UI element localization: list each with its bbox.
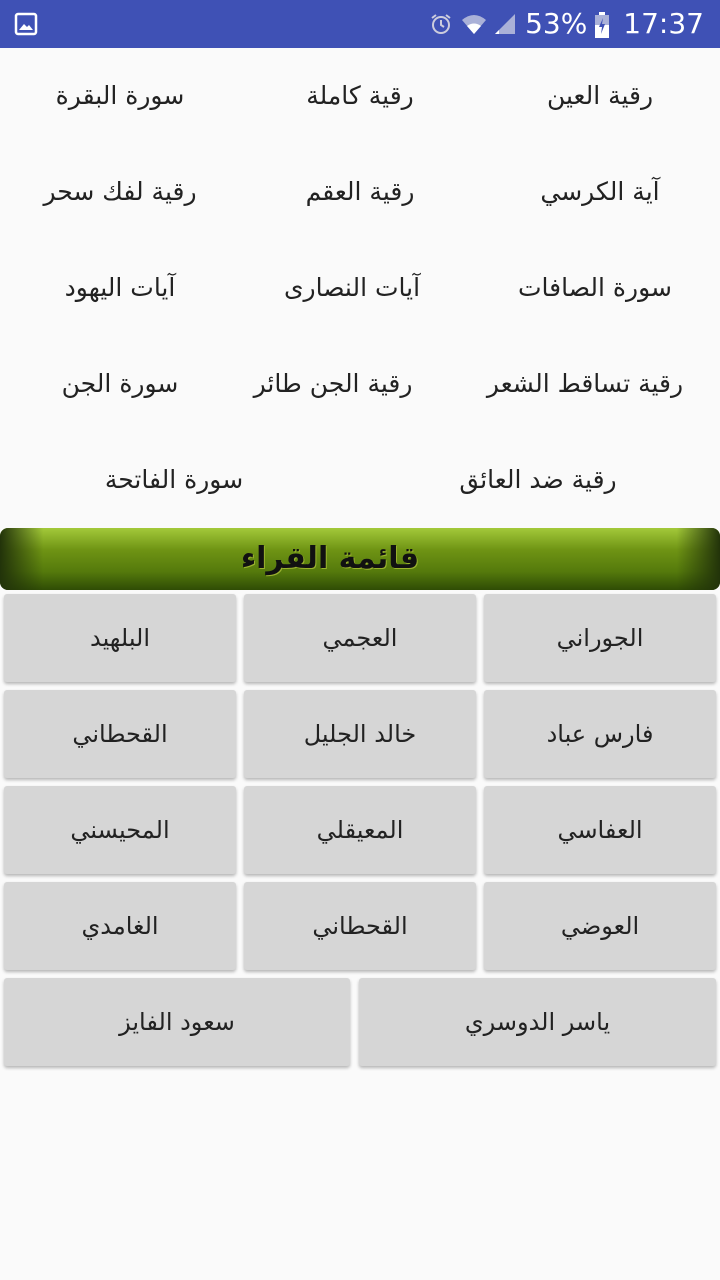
reciter-button[interactable]: فارس عباد xyxy=(484,690,716,778)
gallery-icon xyxy=(14,12,38,36)
reciter-label: العفاسي xyxy=(557,816,643,844)
reciter-button[interactable]: خالد الجليل xyxy=(244,690,476,778)
reciter-button[interactable]: العجمي xyxy=(244,594,476,682)
reciter-label: ياسر الدوسري xyxy=(464,1008,611,1036)
reciter-button[interactable]: القحطاني xyxy=(4,690,236,778)
reciter-label: البلهيد xyxy=(89,624,151,652)
link-surah-saffat[interactable]: سورة الصافات xyxy=(475,264,715,312)
reciter-button[interactable]: الجوراني xyxy=(484,594,716,682)
reciter-button[interactable]: البلهيد xyxy=(4,594,236,682)
link-ayat-yahud[interactable]: آيات اليهود xyxy=(0,264,240,312)
reciter-button[interactable]: الغامدي xyxy=(4,882,236,970)
reciter-label: الغامدي xyxy=(81,912,159,940)
link-surah-baqarah[interactable]: سورة البقرة xyxy=(0,72,240,120)
reciter-button[interactable]: العفاسي xyxy=(484,786,716,874)
reciter-button[interactable]: المعيقلي xyxy=(244,786,476,874)
battery-percent: 53% xyxy=(525,7,588,40)
reciter-button[interactable]: المحيسني xyxy=(4,786,236,874)
reciter-button[interactable]: القحطاني xyxy=(244,882,476,970)
reciter-label: المحيسني xyxy=(70,816,170,844)
reciter-button[interactable]: سعود الفايز xyxy=(4,978,350,1066)
link-surah-jinn[interactable]: سورة الجن xyxy=(0,360,240,408)
banner-title: قائمة القراء xyxy=(240,541,420,576)
reciter-label: العوضي xyxy=(560,912,640,940)
link-ayat-kursi[interactable]: آية الكرسي xyxy=(480,168,720,216)
battery-charging-icon xyxy=(595,12,610,38)
status-bar: 53% 17:37 xyxy=(0,0,720,48)
reciter-label: القحطاني xyxy=(312,912,408,940)
ruqyah-links: رقية العين رقية كاملة سورة البقرة آية ال… xyxy=(0,48,720,528)
link-ruqyah-magic[interactable]: رقية لفك سحر xyxy=(0,168,240,216)
reciter-button[interactable]: العوضي xyxy=(484,882,716,970)
link-ayat-nasara[interactable]: آيات النصارى xyxy=(232,264,472,312)
clock: 17:37 xyxy=(623,7,704,40)
alarm-icon xyxy=(429,12,453,36)
reciter-label: الجوراني xyxy=(556,624,644,652)
reciter-label: العجمي xyxy=(322,624,398,652)
signal-icon xyxy=(493,12,517,36)
reciters-banner: قائمة القراء xyxy=(0,528,720,590)
reciter-button[interactable]: ياسر الدوسري xyxy=(359,978,716,1066)
link-surah-fatiha[interactable]: سورة الفاتحة xyxy=(54,456,294,504)
link-ruqyah-complete[interactable]: رقية كاملة xyxy=(240,72,480,120)
reciter-label: المعيقلي xyxy=(316,816,404,844)
link-ruqyah-obstacle[interactable]: رقية ضد العائق xyxy=(418,456,658,504)
link-ruqyah-jinn-flying[interactable]: رقية الجن طائر xyxy=(213,360,453,408)
link-ruqyah-hair[interactable]: رقية تساقط الشعر xyxy=(465,360,705,408)
link-ruqyah-eye[interactable]: رقية العين xyxy=(480,72,720,120)
wifi-icon xyxy=(461,12,487,36)
reciter-label: خالد الجليل xyxy=(303,720,417,748)
reciter-label: فارس عباد xyxy=(546,720,654,748)
link-ruqyah-infertility[interactable]: رقية العقم xyxy=(240,168,480,216)
reciter-label: سعود الفايز xyxy=(119,1008,235,1036)
reciter-label: القحطاني xyxy=(72,720,168,748)
